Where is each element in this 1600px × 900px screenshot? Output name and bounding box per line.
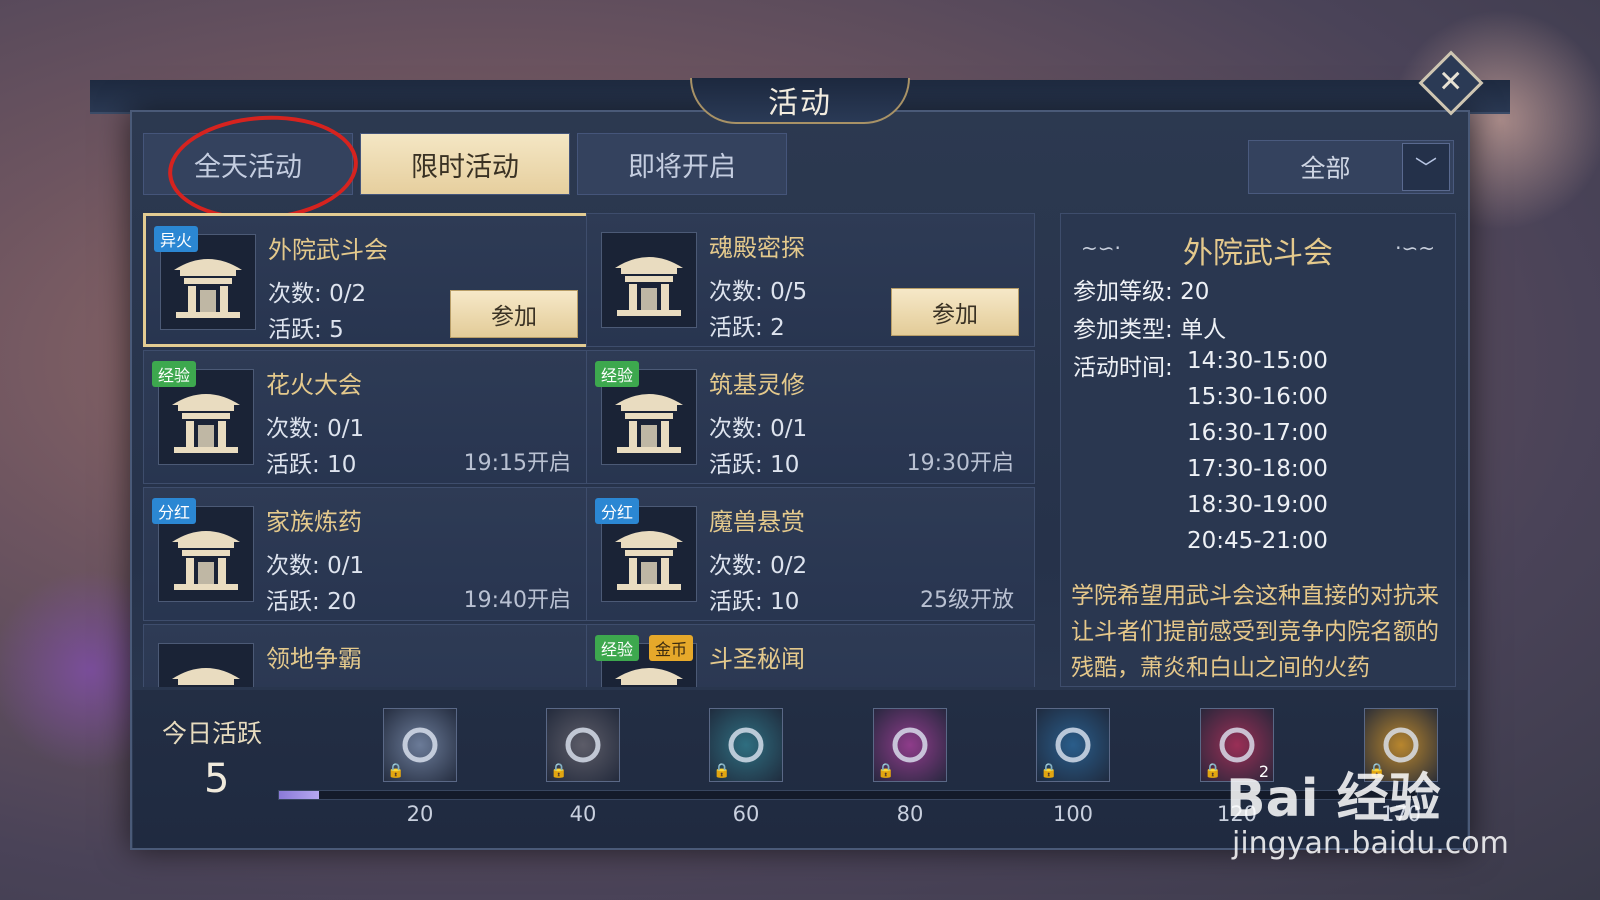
activity-status: 25级开放 bbox=[920, 588, 1014, 613]
lock-icon: 🔒 bbox=[550, 763, 568, 779]
activity-card[interactable]: 异火 外院武斗会次数: 0/2 活跃: 5 参加 bbox=[143, 213, 592, 347]
activity-count: 次数: 0/5 bbox=[709, 279, 808, 305]
activity-tag: 分红 bbox=[595, 498, 640, 524]
detail-time: 18:30-19:00 bbox=[1187, 492, 1328, 518]
activity-name: 花火大会 bbox=[266, 371, 362, 399]
detail-time: 20:45-21:00 bbox=[1187, 528, 1328, 554]
detail-type: 参加类型: 单人 bbox=[1073, 317, 1227, 343]
temple-icon bbox=[601, 232, 697, 328]
detail-time: 15:30-16:00 bbox=[1187, 384, 1328, 410]
milestone-value: 80 bbox=[896, 802, 924, 826]
activity-tag: 经验 bbox=[595, 635, 640, 661]
tab-coming-soon[interactable]: 即将开启 bbox=[577, 133, 787, 195]
activity-points: 活跃: 20 bbox=[266, 589, 357, 615]
activity-count: 次数: 0/2 bbox=[709, 553, 808, 579]
activity-points: 活跃: 2 bbox=[709, 315, 785, 341]
lock-icon: 🔒 bbox=[713, 763, 731, 779]
activity-list[interactable]: 异火 外院武斗会 次数: 0/2 活跃: 5 参加 魂殿密探 次数: 0/5 活跃: 2 参加经… bbox=[143, 213, 1053, 687]
milestone-value: 40 bbox=[569, 802, 597, 826]
milestone-value: 60 bbox=[732, 802, 760, 826]
filter-dropdown[interactable]: 全部 ﹀ bbox=[1248, 140, 1454, 194]
activity-name: 魔兽悬赏 bbox=[709, 508, 805, 536]
activity-name: 领地争霸 bbox=[266, 645, 362, 673]
join-button[interactable]: 参加 bbox=[450, 290, 578, 338]
lock-icon: 🔒 bbox=[1204, 763, 1222, 779]
activity-card[interactable]: 魂殿密探次数: 0/5 活跃: 2 参加 bbox=[586, 213, 1035, 347]
activity-card[interactable]: 经验 花火大会次数: 0/1 活跃: 10 19:15开启 bbox=[143, 350, 592, 484]
activity-name: 魂殿密探 bbox=[709, 234, 805, 262]
activity-count: 次数: 0/1 bbox=[709, 416, 808, 442]
detail-time: 14:30-15:00 bbox=[1187, 348, 1328, 374]
lock-icon: 🔒 bbox=[877, 763, 895, 779]
dark-crystal-icon[interactable]: 🔒 bbox=[546, 708, 620, 782]
activity-card[interactable]: 分红 家族炼药次数: 0/1 活跃: 20 19:40开启 bbox=[143, 487, 592, 621]
detail-time: 16:30-17:00 bbox=[1187, 420, 1328, 446]
activity-count: 次数: 0/1 bbox=[266, 553, 365, 579]
activity-card[interactable]: 经验 筑基灵修次数: 0/1 活跃: 10 19:30开启 bbox=[586, 350, 1035, 484]
ornament-icon: ·∽~ bbox=[1395, 236, 1435, 260]
detail-description: 学院希望用武斗会这种直接的对抗来让斗者们提前感受到竞争内院名额的残酷，萧炎和白山… bbox=[1071, 583, 1439, 681]
activity-status: 19:30开启 bbox=[906, 451, 1014, 476]
activity-count: 次数: 0/2 bbox=[268, 281, 367, 307]
detail-time: 17:30-18:00 bbox=[1187, 456, 1328, 482]
activity-name: 筑基灵修 bbox=[709, 371, 805, 399]
today-active-label: 今日活跃 bbox=[162, 719, 263, 748]
temple-icon bbox=[158, 643, 254, 687]
activity-tag: 分红 bbox=[152, 498, 197, 524]
activity-points: 活跃: 5 bbox=[268, 317, 344, 343]
activity-points: 活跃: 10 bbox=[709, 452, 800, 478]
watermark-url: jingyan.baidu.com bbox=[1232, 826, 1509, 861]
activity-tag: 金币 bbox=[649, 635, 694, 661]
today-active-value: 5 bbox=[204, 756, 230, 802]
activity-name: 外院武斗会 bbox=[268, 236, 388, 264]
activity-points: 活跃: 10 bbox=[709, 589, 800, 615]
detail-level: 参加等级: 20 bbox=[1073, 279, 1210, 305]
activity-detail: ~∽· 外院武斗会 ·∽~ 参加等级: 20 参加类型: 单人 活动时间: 14… bbox=[1060, 213, 1456, 687]
tab-limited-time[interactable]: 限时活动 bbox=[360, 133, 570, 195]
filter-selected: 全部 bbox=[1300, 154, 1351, 183]
chevron-down-icon[interactable]: ﹀ bbox=[1402, 143, 1450, 191]
activity-tag: 经验 bbox=[595, 361, 640, 387]
milestone-value: 20 bbox=[406, 802, 434, 826]
activity-count: 次数: 0/1 bbox=[266, 416, 365, 442]
activity-points: 活跃: 10 bbox=[266, 452, 357, 478]
activity-status: 19:15开启 bbox=[463, 451, 571, 476]
ring-icon[interactable]: 🔒 bbox=[383, 708, 457, 782]
activity-tag: 经验 bbox=[152, 361, 197, 387]
activity-card[interactable]: 分红 魔兽悬赏次数: 0/2 活跃: 10 25级开放 bbox=[586, 487, 1035, 621]
activity-tag: 异火 bbox=[154, 226, 199, 252]
blue-gem-icon[interactable]: 🔒 bbox=[1036, 708, 1110, 782]
lock-icon: 🔒 bbox=[1040, 763, 1058, 779]
window-title: 活动 bbox=[690, 78, 910, 124]
activity-card[interactable]: 经验 金币 斗圣秘闻 bbox=[586, 624, 1035, 687]
gift-box-icon[interactable]: 🔒 bbox=[873, 708, 947, 782]
join-button[interactable]: 参加 bbox=[891, 288, 1019, 336]
activity-name: 家族炼药 bbox=[266, 508, 362, 536]
close-icon: ✕ bbox=[1438, 64, 1464, 100]
detail-time-label: 活动时间: bbox=[1073, 355, 1173, 381]
activity-status: 19:40开启 bbox=[463, 588, 571, 613]
milestone-value: 100 bbox=[1052, 802, 1094, 826]
potion-flask-icon[interactable]: 🔒 bbox=[709, 708, 783, 782]
activity-name: 斗圣秘闻 bbox=[709, 645, 805, 673]
watermark-logo: Bai 经验 bbox=[1226, 769, 1441, 829]
lock-icon: 🔒 bbox=[387, 763, 405, 779]
activity-card[interactable]: 领地争霸 bbox=[143, 624, 592, 687]
active-progress-fill bbox=[279, 791, 319, 799]
